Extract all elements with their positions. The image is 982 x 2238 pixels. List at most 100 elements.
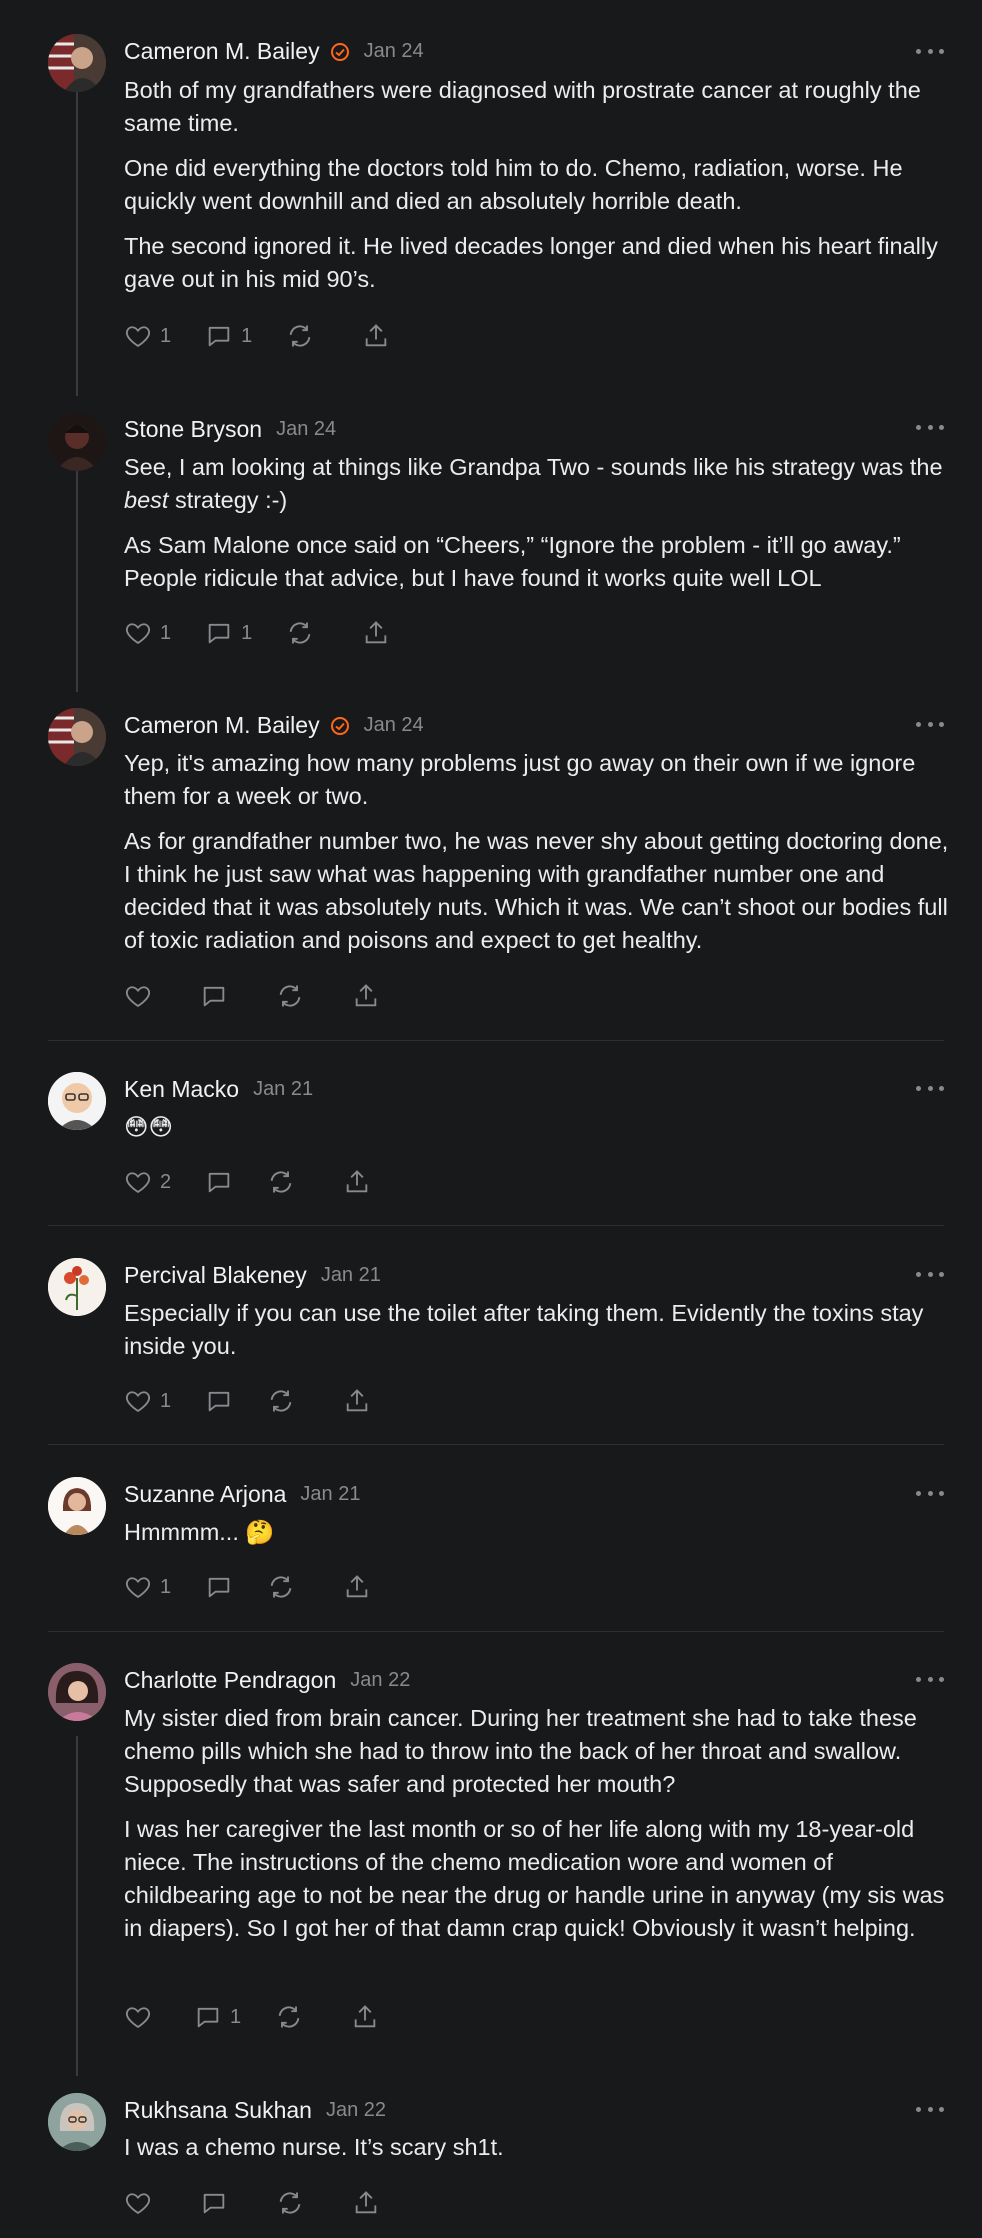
share-icon: [355, 2191, 377, 2214]
avatar[interactable]: [48, 1258, 106, 1316]
share-icon: [365, 324, 387, 347]
like-button[interactable]: 1: [124, 1573, 171, 1601]
share-button[interactable]: [352, 2189, 380, 2217]
more-options-button[interactable]: [916, 46, 944, 56]
dot-icon: [927, 424, 933, 430]
reply-button[interactable]: 1: [205, 619, 252, 647]
avatar[interactable]: [48, 1477, 106, 1535]
avatar-image: [48, 34, 106, 92]
more-options-button[interactable]: [916, 719, 944, 729]
like-button[interactable]: 2: [124, 1168, 171, 1196]
comment-paragraph: As for grandfather number two, he was ne…: [124, 828, 949, 953]
like-button[interactable]: 1: [124, 619, 171, 647]
like-count: 1: [160, 1575, 172, 1598]
comment-date[interactable]: Jan 22: [350, 1669, 410, 1692]
reply-button[interactable]: [205, 1168, 233, 1196]
comment-paragraph: Especially if you can use the toilet aft…: [124, 1300, 924, 1359]
like-button[interactable]: [124, 2003, 152, 2031]
avatar-image: [48, 1072, 106, 1130]
reply-button[interactable]: 1: [194, 2003, 241, 2031]
share-button[interactable]: [351, 2003, 379, 2031]
share-icon: [346, 1389, 368, 1412]
reply-button[interactable]: [200, 2189, 228, 2217]
restack-button[interactable]: [275, 2003, 303, 2031]
like-button[interactable]: 1: [124, 1387, 171, 1415]
dot-icon: [927, 721, 933, 727]
comment-date[interactable]: Jan 22: [326, 2099, 386, 2122]
comment-paragraph: The second ignored it. He lived decades …: [124, 233, 938, 292]
author-name[interactable]: Suzanne Arjona: [124, 1481, 286, 1508]
author-name[interactable]: Percival Blakeney: [124, 1262, 307, 1289]
share-button[interactable]: [343, 1573, 371, 1601]
like-count: 1: [160, 621, 172, 644]
restack-button[interactable]: [286, 619, 314, 647]
avatar[interactable]: [48, 413, 106, 471]
restack-button[interactable]: [276, 2189, 304, 2217]
author-name[interactable]: Cameron M. Bailey: [124, 38, 320, 65]
more-options-button[interactable]: [916, 1269, 944, 1279]
comment-date[interactable]: Jan 21: [253, 1078, 313, 1101]
restack-button[interactable]: [267, 1168, 295, 1196]
dot-icon: [916, 424, 921, 430]
reply-button[interactable]: [205, 1573, 233, 1601]
share-button[interactable]: [362, 322, 390, 350]
comment-date[interactable]: Jan 24: [364, 714, 424, 737]
comment-date[interactable]: Jan 21: [321, 1264, 381, 1287]
share-button[interactable]: [362, 619, 390, 647]
share-button[interactable]: [343, 1387, 371, 1415]
comment-bubble-icon: [208, 1391, 230, 1412]
comment-body: Especially if you can use the toilet aft…: [124, 1297, 950, 1363]
restack-button[interactable]: [286, 322, 314, 350]
comment-paragraph: Yep, it's amazing how many problems just…: [124, 750, 916, 809]
more-options-button[interactable]: [916, 422, 944, 432]
heart-icon: [125, 986, 151, 1007]
author-name[interactable]: Stone Bryson: [124, 416, 262, 443]
share-icon: [354, 2005, 376, 2028]
dot-icon: [927, 2106, 933, 2112]
restack-icon: [278, 2006, 300, 2028]
reply-button[interactable]: 1: [205, 322, 252, 350]
author-name[interactable]: Charlotte Pendragon: [124, 1667, 336, 1694]
like-button[interactable]: [124, 2189, 152, 2217]
dot-icon: [927, 1085, 933, 1091]
restack-button[interactable]: [267, 1573, 295, 1601]
share-button[interactable]: [343, 1168, 371, 1196]
reply-count: 1: [241, 324, 253, 347]
thread-line: [76, 456, 78, 692]
dot-icon: [916, 1271, 921, 1277]
comment-date[interactable]: Jan 24: [364, 40, 424, 63]
reply-button[interactable]: [200, 982, 228, 1010]
more-options-button[interactable]: [916, 2104, 944, 2114]
share-button[interactable]: [352, 982, 380, 1010]
like-button[interactable]: [124, 982, 152, 1010]
restack-icon: [270, 1576, 292, 1598]
comment-date[interactable]: Jan 24: [276, 418, 336, 441]
reply-button[interactable]: [205, 1387, 233, 1415]
more-options-button[interactable]: [916, 1674, 944, 1684]
comment-paragraph: As Sam Malone once said on “Cheers,” “Ig…: [124, 532, 901, 591]
comment-date[interactable]: Jan 21: [300, 1483, 360, 1506]
dot-icon: [939, 424, 944, 430]
comment-bubble-icon: [197, 2007, 219, 2028]
restack-icon: [289, 325, 311, 347]
author-name[interactable]: Ken Macko: [124, 1076, 239, 1103]
comment-body: 😳😳: [124, 1111, 950, 1144]
avatar[interactable]: [48, 34, 106, 92]
like-button[interactable]: 1: [124, 322, 171, 350]
comment-bubble-icon: [208, 1577, 230, 1598]
restack-icon: [270, 1171, 292, 1193]
more-options-button[interactable]: [916, 1083, 944, 1093]
avatar[interactable]: [48, 2093, 106, 2151]
comment-body: I was a chemo nurse. It’s scary sh1t.: [124, 2131, 950, 2164]
author-name[interactable]: Rukhsana Sukhan: [124, 2097, 312, 2124]
comment-paragraph: My sister died from brain cancer. During…: [124, 1705, 917, 1797]
share-icon: [365, 621, 387, 644]
restack-button[interactable]: [267, 1387, 295, 1415]
dot-icon: [939, 721, 944, 727]
avatar[interactable]: [48, 1663, 106, 1721]
more-options-button[interactable]: [916, 1488, 944, 1498]
avatar[interactable]: [48, 1072, 106, 1130]
restack-button[interactable]: [276, 982, 304, 1010]
author-name[interactable]: Cameron M. Bailey: [124, 712, 320, 739]
avatar[interactable]: [48, 708, 106, 766]
